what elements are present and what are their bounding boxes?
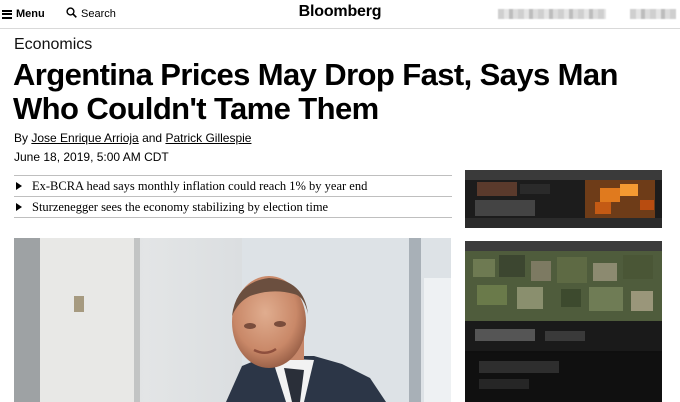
- byline: By Jose Enrique Arrioja and Patrick Gill…: [14, 131, 251, 145]
- summary-text: Sturzenegger sees the economy stabilizin…: [32, 199, 329, 214]
- article-headline: Argentina Prices May Drop Fast, Says Man…: [13, 57, 618, 126]
- section-label[interactable]: Economics: [14, 36, 92, 54]
- summary-text: Ex-BCRA head says monthly inflation coul…: [32, 178, 368, 193]
- publish-date: June 18, 2019, 5:00 AM CDT: [14, 150, 169, 164]
- advertisement-bottom[interactable]: [465, 241, 662, 402]
- account-link-blurred[interactable]: [498, 9, 606, 19]
- summary-item: Ex-BCRA head says monthly inflation coul…: [14, 175, 452, 196]
- triangle-right-icon: [16, 203, 22, 211]
- subscribe-link-blurred[interactable]: [630, 9, 676, 19]
- hero-photo: [14, 238, 451, 402]
- author-link-1[interactable]: Jose Enrique Arrioja: [31, 131, 138, 145]
- byline-prefix: By: [14, 131, 32, 145]
- triangle-right-icon: [16, 182, 22, 190]
- advertisement-top[interactable]: [465, 170, 662, 228]
- author-link-2[interactable]: Patrick Gillespie: [165, 131, 251, 145]
- summary-item: Sturzenegger sees the economy stabilizin…: [14, 196, 452, 218]
- article-summary: Ex-BCRA head says monthly inflation coul…: [14, 175, 452, 218]
- top-navigation-bar: Menu Search Bloomberg: [0, 0, 680, 29]
- byline-conjunction: and: [138, 131, 166, 145]
